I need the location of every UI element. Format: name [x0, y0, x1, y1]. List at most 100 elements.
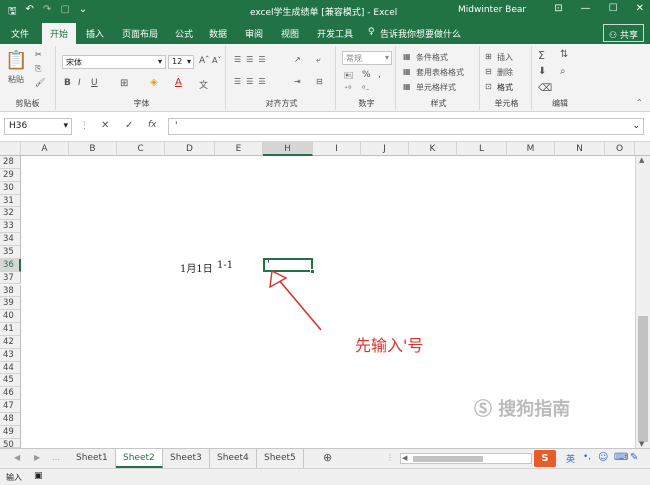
add-sheet-icon[interactable]: ⊕ — [323, 451, 332, 464]
format-cells-button[interactable]: 格式 — [497, 82, 513, 93]
fill-icon[interactable]: ⬇ — [538, 66, 546, 77]
tell-me-box[interactable]: 告诉我你想要做什么 — [380, 27, 461, 40]
tab-file[interactable]: 文件 — [11, 27, 29, 40]
next-sheet-icon[interactable]: ▶ — [34, 453, 40, 462]
vertical-scroll-thumb[interactable] — [638, 316, 648, 442]
tab-review[interactable]: 审阅 — [245, 27, 263, 40]
horizontal-scroll-thumb[interactable] — [413, 456, 483, 462]
sort-filter-icon[interactable]: ⇅ — [560, 49, 568, 60]
styles-label: 样式 — [430, 99, 447, 108]
undo-icon[interactable]: ↶ — [26, 4, 34, 21]
grow-font-icon[interactable]: Aˆ — [199, 56, 210, 66]
formula-input[interactable]: ' ⌄ — [168, 118, 644, 135]
fill-color-icon[interactable]: ◈ — [150, 77, 158, 88]
tab-home[interactable]: 开始 — [42, 23, 77, 44]
sheet-tab-4[interactable]: Sheet4 — [210, 449, 257, 468]
customize-quick-access-icon[interactable]: ⌄ — [79, 4, 87, 21]
ime-chinese-icon[interactable]: 英 — [566, 452, 575, 465]
font-size-select[interactable]: 12 ▾ — [168, 55, 194, 69]
borders-icon[interactable]: ⊞ — [120, 78, 128, 89]
worksheet-grid[interactable]: A B C D E H I J K L M N O 28 29 30 31 32… — [0, 142, 650, 450]
cell-styles-button[interactable]: 单元格样式 — [416, 82, 456, 93]
save-icon[interactable]: 🖫 — [8, 4, 17, 21]
maximize-icon[interactable]: ☐ — [609, 3, 618, 14]
cut-icon[interactable]: ✂ — [35, 50, 42, 59]
ribbon-tabs: 文件 开始 插入 页面布局 公式 数据 审阅 视图 开发工具 ♀ 告诉我你想要做… — [0, 22, 650, 44]
increase-decimal-icon[interactable]: ⁺⁰ — [344, 84, 351, 93]
split-handle-icon[interactable]: ⋮ — [386, 453, 394, 462]
orientation-icon[interactable]: ↗ — [294, 55, 301, 64]
font-color-icon[interactable]: A — [175, 77, 182, 88]
wrap-text-icon[interactable]: ⤶ — [316, 55, 320, 65]
tab-page-layout[interactable]: 页面布局 — [122, 27, 158, 40]
enter-icon[interactable]: ✓ — [125, 120, 133, 131]
paste-icon[interactable]: 📋 — [5, 50, 27, 71]
cell-styles-icon: ▦ — [403, 82, 411, 91]
sheet-tab-5[interactable]: Sheet5 — [257, 449, 304, 468]
comma-button[interactable]: , — [378, 70, 381, 80]
percent-button[interactable]: % — [362, 70, 371, 80]
share-label: 共享 — [619, 31, 638, 41]
tab-developer[interactable]: 开发工具 — [317, 27, 353, 40]
font-name-value: 宋体 — [66, 58, 82, 67]
tab-insert[interactable]: 插入 — [86, 27, 104, 40]
name-box[interactable]: H36 ▾ — [4, 118, 72, 135]
horizontal-align-icons[interactable]: ☰☰☰ — [234, 77, 271, 86]
ime-emoji-icon[interactable]: ☺ — [598, 452, 608, 463]
copy-icon[interactable]: ⎘ — [35, 64, 41, 74]
italic-icon[interactable]: I — [78, 78, 81, 88]
phonetic-icon[interactable]: 文 — [199, 78, 208, 91]
decrease-decimal-icon[interactable]: ⁰₋ — [362, 84, 369, 93]
paste-button[interactable]: 粘贴 — [8, 74, 24, 85]
sheet-tab-1[interactable]: Sheet1 — [69, 449, 116, 468]
new-doc-icon[interactable]: ▢ — [60, 4, 69, 21]
prev-sheet-icon[interactable]: ◀ — [14, 453, 20, 462]
close-icon[interactable]: ✕ — [636, 3, 644, 14]
scroll-up-icon[interactable]: ▲ — [639, 156, 644, 164]
conditional-format-button[interactable]: 条件格式 — [416, 52, 448, 63]
font-name-select[interactable]: 宋体 ▾ — [62, 55, 166, 69]
bold-icon[interactable]: B — [64, 78, 71, 88]
share-button[interactable]: ⚇ 共享 — [603, 24, 644, 42]
sheet-tab-2-active[interactable]: Sheet2 — [116, 449, 163, 468]
underline-icon[interactable]: U — [91, 78, 98, 88]
ime-skin-icon[interactable]: ✎ — [630, 452, 638, 463]
scroll-left-icon[interactable]: ◀ — [402, 454, 407, 462]
currency-icon[interactable]: 🖭 — [344, 70, 353, 84]
macro-record-icon[interactable]: ▣ — [34, 471, 43, 481]
font-label: 字体 — [133, 99, 150, 108]
cells-label: 单元格 — [494, 99, 519, 108]
more-sheets-icon[interactable]: … — [52, 453, 60, 462]
tab-data[interactable]: 数据 — [209, 27, 227, 40]
minimize-icon[interactable]: — — [581, 3, 591, 14]
watermark-text: 搜狗指南 — [498, 399, 571, 420]
sogou-ime-icon[interactable]: S — [534, 450, 556, 467]
format-as-table-button[interactable]: 套用表格格式 — [416, 67, 464, 78]
number-format-select[interactable]: 常规 ▾ — [342, 51, 392, 65]
tab-view[interactable]: 视图 — [281, 27, 299, 40]
ime-keyboard-icon[interactable]: ⌨ — [614, 452, 628, 463]
redo-icon[interactable]: ↷ — [43, 4, 51, 21]
sheet-tab-3[interactable]: Sheet3 — [163, 449, 210, 468]
collapse-ribbon-icon[interactable]: ⌃ — [636, 98, 643, 107]
format-painter-icon[interactable]: 🖌 — [35, 78, 45, 87]
delete-cells-button[interactable]: 删除 — [497, 67, 513, 78]
autosum-icon[interactable]: Σ — [538, 49, 545, 62]
user-name[interactable]: Midwinter Bear — [458, 5, 526, 15]
scroll-down-icon[interactable]: ▼ — [639, 440, 644, 448]
tab-formulas[interactable]: 公式 — [175, 27, 193, 40]
shrink-font-icon[interactable]: Aˇ — [212, 56, 221, 65]
ime-punctuation-icon[interactable]: •, — [583, 452, 591, 462]
ribbon-display-icon[interactable]: ⊡ — [554, 3, 562, 14]
cancel-icon[interactable]: ✕ — [101, 120, 109, 131]
merge-center-icon[interactable]: ⊟ — [316, 77, 323, 86]
ribbon: 📋 粘贴 ✂ ⎘ 🖌 剪贴板 宋体 ▾ 12 ▾ Aˆ Aˇ B I U ⊞ ◈ A… — [0, 44, 650, 112]
insert-cells-button[interactable]: 插入 — [497, 52, 513, 63]
vertical-align-icons[interactable]: ☰☰☰ — [234, 55, 271, 64]
vertical-scrollbar[interactable]: ▲ ▼ — [635, 156, 650, 448]
horizontal-scrollbar[interactable]: ◀ — [400, 453, 532, 464]
find-select-icon[interactable]: ⌕ — [560, 66, 566, 77]
indent-icon[interactable]: ⇥ — [294, 77, 301, 86]
clear-icon[interactable]: ⌫ — [538, 83, 552, 94]
insert-function-icon[interactable]: fx — [148, 120, 157, 130]
